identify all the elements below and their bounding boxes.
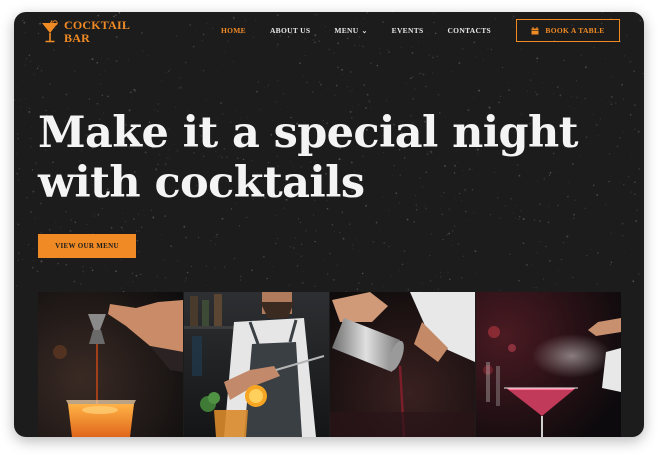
nav-item-menu[interactable]: MENU ⌄ bbox=[334, 26, 367, 35]
hero-headline-line2: with cocktails bbox=[38, 158, 365, 208]
view-menu-button[interactable]: VIEW OUR MENU bbox=[38, 234, 136, 258]
view-menu-label: VIEW OUR MENU bbox=[55, 242, 119, 250]
cocktail-glass-icon bbox=[42, 20, 58, 43]
photo-gallery bbox=[38, 292, 622, 437]
book-a-table-button[interactable]: BOOK A TABLE bbox=[516, 19, 620, 42]
nav-item-events[interactable]: EVENTS bbox=[392, 26, 424, 35]
calendar-icon bbox=[531, 26, 539, 34]
brand-logo[interactable]: COCKTAIL BAR bbox=[40, 19, 130, 45]
gallery-photo-pouring-jigger bbox=[38, 292, 183, 437]
main-nav: HOME ABOUT US MENU ⌄ EVENTS CONTACTS bbox=[221, 26, 491, 35]
browser-frame: COCKTAIL BAR HOME ABOUT US MENU ⌄ EVENTS… bbox=[14, 12, 644, 437]
chevron-down-icon: ⌄ bbox=[361, 26, 368, 35]
hero-headline: Make it a special night with cocktails bbox=[38, 108, 638, 208]
nav-item-about-us[interactable]: ABOUT US bbox=[270, 26, 310, 35]
nav-item-contacts[interactable]: CONTACTS bbox=[447, 26, 491, 35]
hero-headline-line1: Make it a special night bbox=[38, 108, 578, 158]
gallery-photo-garnish bbox=[184, 292, 329, 437]
gallery-photo-shaker bbox=[330, 292, 475, 437]
brand-name: COCKTAIL BAR bbox=[64, 19, 130, 45]
brand-name-line2: BAR bbox=[64, 31, 90, 45]
nav-item-menu-label: MENU bbox=[334, 26, 359, 35]
book-a-table-label: BOOK A TABLE bbox=[545, 26, 605, 35]
gallery-photo-martini bbox=[476, 292, 622, 437]
nav-item-home[interactable]: HOME bbox=[221, 26, 246, 35]
